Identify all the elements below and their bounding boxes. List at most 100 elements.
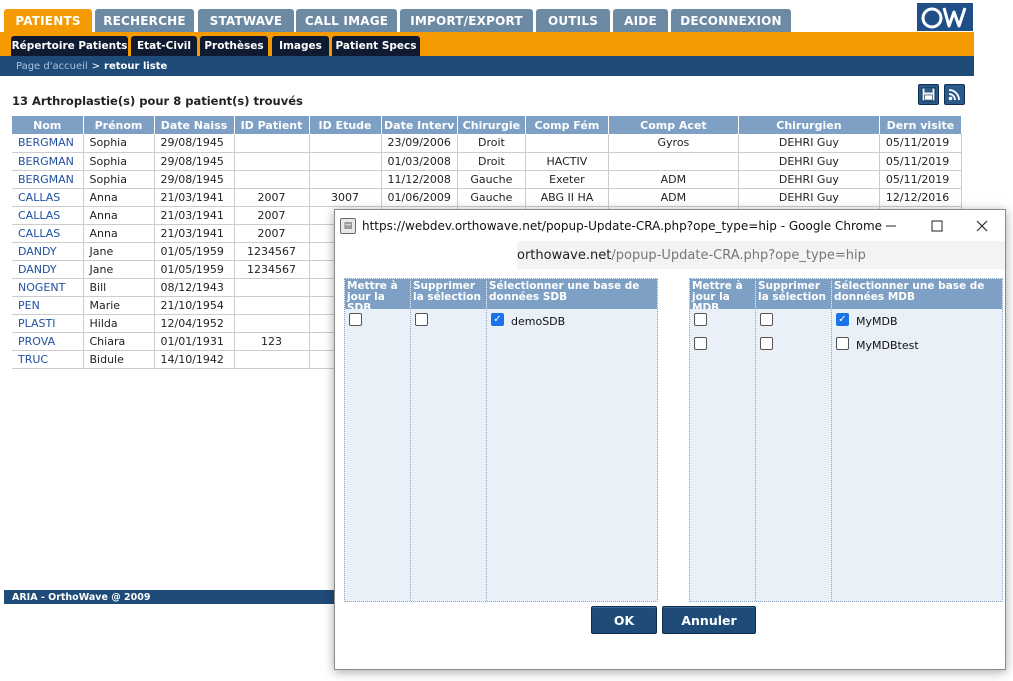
url-path: /popup-Update-CRA.php?ope_type=hip — [611, 247, 866, 263]
table-cell: 01/05/1959 — [154, 242, 235, 261]
column-header[interactable]: ID Patient — [234, 116, 310, 134]
table-cell: DEHRI Guy — [738, 170, 880, 189]
export-button[interactable] — [918, 84, 939, 105]
column-header[interactable]: ID Etude — [309, 116, 382, 134]
table-cell: Droit — [457, 152, 526, 171]
rss-feed-button[interactable] — [944, 84, 965, 105]
sdb-panel: Mettre à jour la SDB Supprimer la sélect… — [344, 278, 658, 602]
table-cell: 23/09/2006 — [381, 134, 458, 153]
ok-button[interactable]: OK — [591, 606, 657, 634]
breadcrumb-back-to-list[interactable]: retour liste — [104, 61, 167, 72]
table-cell: Gyros — [608, 134, 739, 153]
breadcrumb-home-link[interactable]: Page d'accueil — [16, 61, 88, 72]
table-cell — [234, 152, 310, 171]
sdb-update-column: Mettre à jour la SDB — [345, 279, 411, 601]
table-row[interactable]: BERGMAN Sophia 29/08/1945 23/09/2006 Droit Gy… — [12, 134, 962, 153]
column-header[interactable]: Nom — [12, 116, 84, 134]
mdb-delete-checkbox-2[interactable] — [760, 337, 773, 350]
close-button[interactable] — [960, 210, 1004, 241]
table-cell: Sophia — [83, 170, 155, 189]
table-cell: 21/03/1941 — [154, 224, 235, 243]
table-row[interactable]: BERGMAN Sophia 29/08/1945 01/03/2008 Droit HA… — [12, 152, 962, 171]
table-cell[interactable]: PLASTI — [12, 314, 84, 333]
table-cell: 05/11/2019 — [879, 170, 962, 189]
column-header[interactable]: Date Naiss — [154, 116, 235, 134]
page-icon: ▤ — [340, 217, 356, 234]
table-cell: 11/12/2008 — [381, 170, 458, 189]
column-header[interactable]: Dern visite — [879, 116, 962, 134]
mdb-delete-column: Supprimer la sélection — [756, 279, 832, 601]
tab-outils[interactable]: OUTILS — [536, 9, 610, 32]
maximize-button[interactable] — [915, 210, 959, 241]
subtab-repertoire-patients[interactable]: Répertoire Patients — [11, 36, 128, 56]
sdb-demosdb-checkbox[interactable]: ✓ — [491, 313, 504, 326]
table-cell[interactable]: PEN — [12, 296, 84, 315]
table-cell[interactable]: BERGMAN — [12, 134, 84, 153]
minimize-button[interactable] — [869, 210, 913, 241]
cancel-button[interactable]: Annuler — [662, 606, 756, 634]
table-cell[interactable]: PROVA — [12, 332, 84, 351]
table-cell: 01/05/1959 — [154, 260, 235, 279]
mdb-update-checkbox-1[interactable] — [694, 313, 707, 326]
column-header[interactable]: Comp Acet — [608, 116, 739, 134]
table-cell — [309, 134, 382, 153]
sdb-delete-column: Supprimer la sélection — [411, 279, 487, 601]
table-row[interactable]: CALLAS Anna 21/03/1941 2007 3007 01/06/2009 Ga… — [12, 188, 962, 207]
sdb-delete-header: Supprimer la sélection — [411, 279, 486, 309]
mdb-mymdb-label: MyMDB — [856, 315, 898, 328]
column-header[interactable]: Chirurgien — [738, 116, 880, 134]
table-cell[interactable]: BERGMAN — [12, 152, 84, 171]
orthowave-logo — [917, 3, 973, 31]
table-cell: 08/12/1943 — [154, 278, 235, 297]
subtab-protheses[interactable]: Prothèses — [200, 36, 268, 56]
popup-address-bar[interactable]: orthowave.net/popup-Update-CRA.php?ope_t… — [335, 241, 1005, 269]
mdb-update-checkbox-2[interactable] — [694, 337, 707, 350]
table-cell[interactable]: CALLAS — [12, 224, 84, 243]
table-cell: Sophia — [83, 152, 155, 171]
tab-recherche[interactable]: RECHERCHE — [95, 9, 194, 32]
popup-window-title: https://webdev.orthowave.net/popup-Updat… — [362, 218, 883, 233]
table-cell: 14/10/1942 — [154, 350, 235, 369]
mdb-mymdb-checkbox[interactable]: ✓ — [836, 313, 849, 326]
table-cell: Anna — [83, 188, 155, 207]
subtab-etat-civil[interactable]: Etat-Civil — [131, 36, 197, 56]
address-bar-left — [335, 241, 517, 269]
table-cell[interactable]: DANDY — [12, 260, 84, 279]
tab-statwave[interactable]: STATWAVE — [198, 9, 294, 32]
mdb-select-header: Sélectionner une base de données MDB — [832, 279, 1002, 309]
top-navigation: PATIENTS RECHERCHE STATWAVE CALL IMAGE I… — [0, 0, 974, 32]
table-cell[interactable]: BERGMAN — [12, 170, 84, 189]
table-cell: 01/03/2008 — [381, 152, 458, 171]
table-cell[interactable]: DANDY — [12, 242, 84, 261]
table-cell: 29/08/1945 — [154, 170, 235, 189]
table-cell[interactable]: NOGENT — [12, 278, 84, 297]
column-header[interactable]: Comp Fém — [525, 116, 609, 134]
close-icon — [976, 220, 988, 231]
sdb-delete-checkbox[interactable] — [415, 313, 428, 326]
tab-call-image[interactable]: CALL IMAGE — [296, 9, 397, 32]
table-cell[interactable]: CALLAS — [12, 206, 84, 225]
tab-deconnexion[interactable]: DECONNEXION — [671, 9, 791, 32]
table-cell: 05/11/2019 — [879, 134, 962, 153]
mdb-mymdbtest-checkbox[interactable] — [836, 337, 849, 350]
table-cell: 05/11/2019 — [879, 152, 962, 171]
sdb-update-checkbox[interactable] — [349, 313, 362, 326]
table-cell: Marie — [83, 296, 155, 315]
subtab-patient-specs[interactable]: Patient Specs — [332, 36, 420, 56]
table-cell: 21/10/1954 — [154, 296, 235, 315]
table-cell: 123 — [234, 332, 310, 351]
tab-patients[interactable]: PATIENTS — [4, 9, 92, 32]
mdb-delete-checkbox-1[interactable] — [760, 313, 773, 326]
tab-aide[interactable]: AIDE — [613, 9, 668, 32]
table-cell: 1234567 — [234, 260, 310, 279]
column-header[interactable]: Prénom — [83, 116, 155, 134]
column-header[interactable]: Chirurgie — [457, 116, 526, 134]
table-row[interactable]: BERGMAN Sophia 29/08/1945 11/12/2008 Gauche E… — [12, 170, 962, 189]
subtab-images[interactable]: Images — [272, 36, 329, 56]
table-cell: DEHRI Guy — [738, 152, 880, 171]
column-header[interactable]: Date Interv — [381, 116, 458, 134]
table-cell[interactable]: CALLAS — [12, 188, 84, 207]
tab-import-export[interactable]: IMPORT/EXPORT — [400, 9, 533, 32]
table-cell: Anna — [83, 206, 155, 225]
table-cell[interactable]: TRUC — [12, 350, 84, 369]
